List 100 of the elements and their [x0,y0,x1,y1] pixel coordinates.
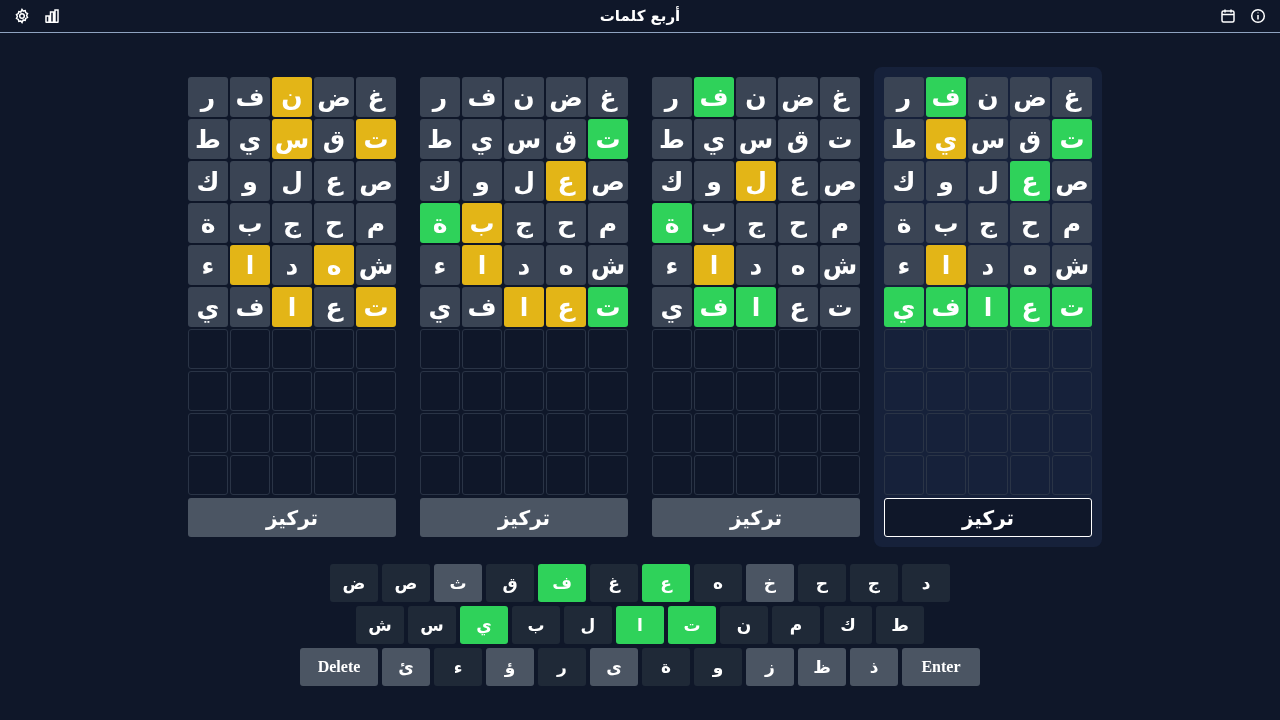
empty-tile [820,329,860,369]
empty-tile [652,413,692,453]
letter-tile: و [462,161,502,201]
letter-tile: ش [1052,245,1092,285]
keyboard-key[interactable]: ك [824,606,872,644]
empty-tile [652,329,692,369]
empty-tile [588,413,628,453]
keyboard-key[interactable]: م [772,606,820,644]
letter-tile: ع [314,287,354,327]
empty-tile [504,455,544,495]
letter-tile: ل [968,161,1008,201]
focus-button[interactable]: تركيز [420,498,628,537]
keyboard-key[interactable]: ظ [798,648,846,686]
keyboard-key[interactable]: ش [356,606,404,644]
keyboard-key[interactable]: خ [746,564,794,602]
empty-tile [420,371,460,411]
keyboard-key[interactable]: ح [798,564,846,602]
letter-tile: ي [926,119,966,159]
keyboard-key[interactable]: س [408,606,456,644]
letter-tile: ف [462,77,502,117]
info-icon[interactable] [1250,8,1266,24]
settings-icon[interactable] [14,8,30,24]
letter-tile: ح [314,203,354,243]
letter-tile: ة [652,203,692,243]
letter-tile: ت [1052,119,1092,159]
keyboard-key[interactable]: ث [434,564,482,602]
keyboard-key[interactable]: ه [694,564,742,602]
keyboard-key[interactable]: ب [512,606,560,644]
keyboard-key[interactable]: غ [590,564,638,602]
letter-tile: ج [968,203,1008,243]
letter-tile: م [820,203,860,243]
focus-button[interactable]: تركيز [652,498,860,537]
letter-tile: ه [1010,245,1050,285]
keyboard-key[interactable]: ى [590,648,638,686]
keyboard-key[interactable]: ة [642,648,690,686]
empty-tile [694,455,734,495]
letter-tile: ف [230,77,270,117]
keyboard-key[interactable]: ن [720,606,768,644]
focus-button[interactable]: تركيز [188,498,396,537]
keyboard-key[interactable]: ذ [850,648,898,686]
keyboard-key[interactable]: ل [564,606,612,644]
letter-tile: ا [504,287,544,327]
keyboard-key[interactable]: ط [876,606,924,644]
letter-tile: ج [736,203,776,243]
empty-tile [652,371,692,411]
keyboard-key[interactable]: ز [746,648,794,686]
letter-tile: ت [820,287,860,327]
letter-tile: ف [694,77,734,117]
letter-tile: ن [968,77,1008,117]
keyboard-key[interactable]: ص [382,564,430,602]
keyboard-key[interactable]: ق [486,564,534,602]
keyboard-key[interactable]: و [694,648,742,686]
letter-tile: ف [926,287,966,327]
letter-tile: ف [926,77,966,117]
letter-tile: ي [462,119,502,159]
letter-tile: م [356,203,396,243]
letter-tile: ع [1010,161,1050,201]
keyboard-key[interactable]: ر [538,648,586,686]
empty-tile [356,371,396,411]
empty-tile [546,371,586,411]
letter-tile: ة [188,203,228,243]
calendar-icon[interactable] [1220,8,1236,24]
letter-tile: ك [420,161,460,201]
letter-tile: ء [420,245,460,285]
letter-tile: ص [356,161,396,201]
empty-tile [736,455,776,495]
letter-tile: ف [694,287,734,327]
letter-tile: ك [188,161,228,201]
letter-tile: و [694,161,734,201]
empty-tile [314,413,354,453]
empty-tile [230,455,270,495]
keyboard-key[interactable]: Delete [300,648,378,686]
empty-tile [188,455,228,495]
letter-tile: ض [314,77,354,117]
letter-tile: س [968,119,1008,159]
letter-tile: ع [546,161,586,201]
letter-tile: ل [504,161,544,201]
empty-tile [588,329,628,369]
letter-tile: ي [652,287,692,327]
keyboard-key[interactable]: Enter [902,648,980,686]
letter-tile: غ [820,77,860,117]
keyboard-key[interactable]: ء [434,648,482,686]
keyboard-key[interactable]: ض [330,564,378,602]
letter-tile: ت [1052,287,1092,327]
focus-button[interactable]: تركيز [884,498,1092,537]
letter-tile: ف [462,287,502,327]
keyboard-key[interactable]: د [902,564,950,602]
empty-tile [546,413,586,453]
empty-tile [462,371,502,411]
keyboard-key[interactable]: ئ [382,648,430,686]
letter-tile: ش [820,245,860,285]
letter-tile: ء [884,245,924,285]
letter-tile: ه [778,245,818,285]
empty-tile [546,329,586,369]
keyboard-key[interactable]: ج [850,564,898,602]
letter-tile: ب [926,203,966,243]
keyboard-key[interactable]: ؤ [486,648,534,686]
letter-tile: ه [546,245,586,285]
bar-chart-icon[interactable] [44,8,60,24]
letter-tile: ك [652,161,692,201]
